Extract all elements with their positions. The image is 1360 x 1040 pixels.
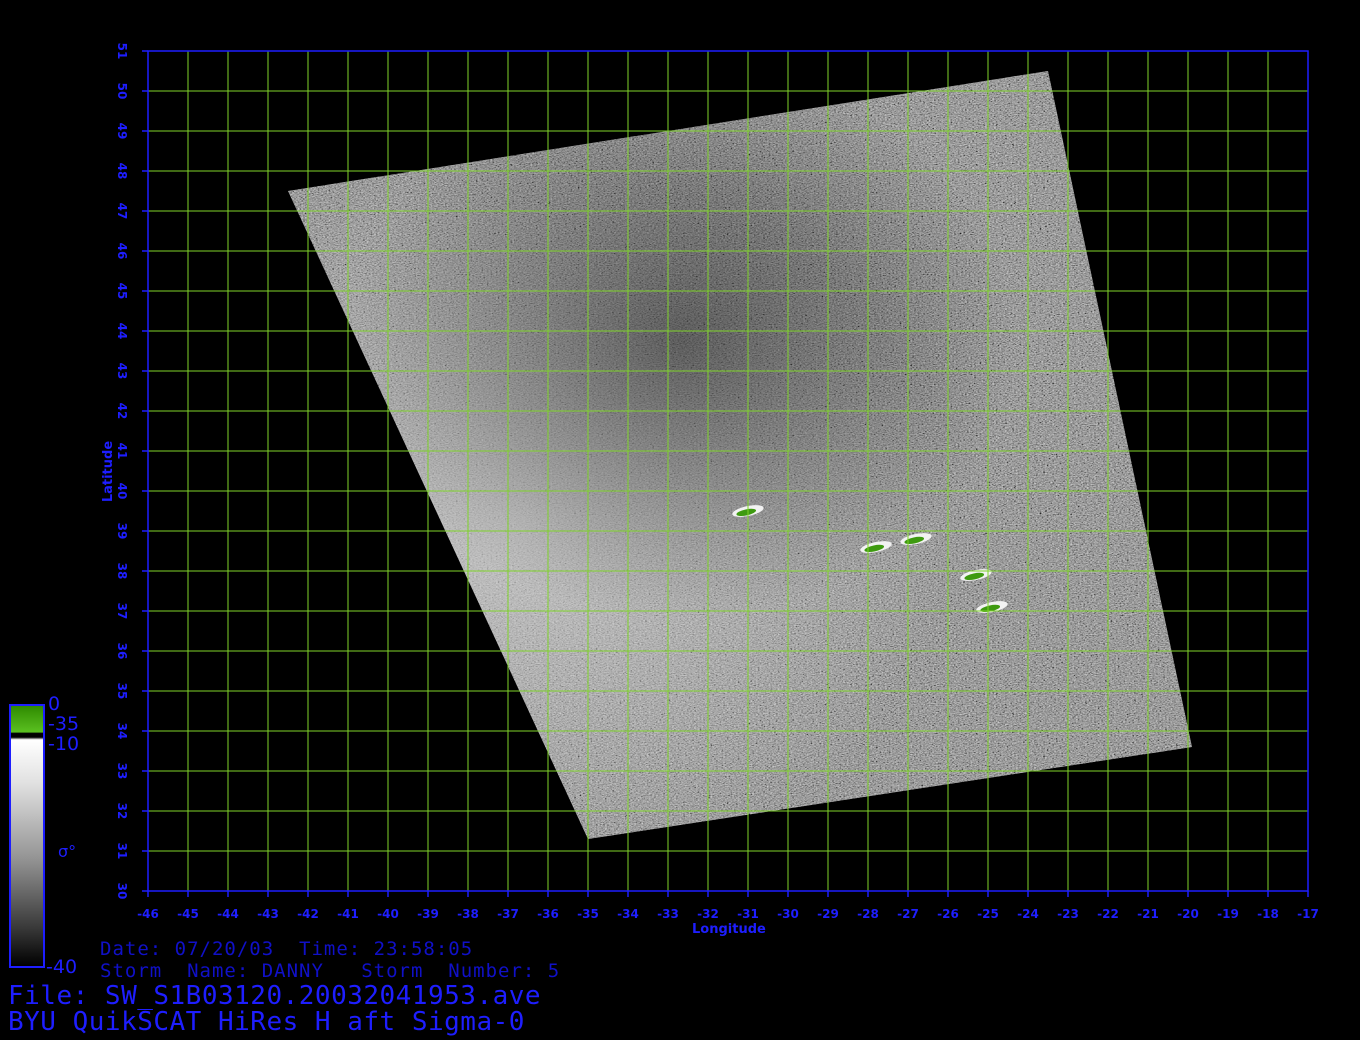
latitude-tick-label: 34 [115,722,129,740]
latitude-tick-label: 37 [115,602,129,620]
longitude-tick-label: -42 [297,907,319,921]
longitude-tick-label: -19 [1217,907,1239,921]
longitude-tick-label: -36 [537,907,559,921]
latitude-tick-label: 48 [115,162,129,180]
longitude-tick-label: -28 [857,907,879,921]
longitude-tick-label: -39 [417,907,439,921]
longitude-tick-label: -46 [137,907,159,921]
latitude-tick-label: 33 [115,762,129,780]
colorbar-label-minus10: -10 [48,733,80,755]
latitude-tick-label: 38 [115,562,129,580]
date-time-line: Date: 07/20/03 Time: 23:58:05 [100,938,474,960]
latitude-tick-label: 49 [115,122,129,140]
longitude-tick-label: -24 [1017,907,1039,921]
longitude-tick-label: -38 [457,907,479,921]
longitude-tick-label: -40 [377,907,399,921]
latitude-tick-label: 36 [115,642,129,660]
latitude-tick-label: 41 [115,442,129,460]
storm-info-line: Storm Name: DANNY Storm Number: 5 [100,960,561,982]
latitude-tick-label: 31 [115,842,129,860]
longitude-tick-label: -32 [697,907,719,921]
latitude-tick-label: 44 [115,322,129,340]
latitude-tick-label: 39 [115,522,129,540]
longitude-tick-label: -43 [257,907,279,921]
latitude-tick-label: 45 [115,282,129,300]
longitude-tick-label: -23 [1057,907,1079,921]
longitude-tick-label: -44 [217,907,239,921]
longitude-tick-label: -34 [617,907,639,921]
colorbar-label-0: 0 [48,693,61,715]
colorbar-label-minus40: -40 [46,956,78,978]
longitude-tick-label: -35 [577,907,599,921]
scatterometer-swath [288,71,1192,839]
y-axis-title: Latitude [101,440,117,503]
longitude-tick-label: -41 [337,907,359,921]
x-axis-title: Longitude [692,922,766,937]
longitude-tick-label: -30 [777,907,799,921]
longitude-tick-label: -18 [1257,907,1279,921]
longitude-tick-label: -31 [737,907,759,921]
latitude-tick-label: 46 [115,242,129,260]
longitude-tick-label: -22 [1097,907,1119,921]
map-canvas [142,50,1309,897]
latitude-tick-label: 30 [115,882,129,900]
latitude-tick-label: 35 [115,682,129,700]
longitude-tick-label: -17 [1297,907,1319,921]
longitude-tick-label: -20 [1177,907,1199,921]
longitude-tick-label: -25 [977,907,999,921]
longitude-tick-label: -33 [657,907,679,921]
latitude-tick-label: 32 [115,802,129,820]
latitude-tick-label: 51 [115,42,129,60]
longitude-tick-label: -26 [937,907,959,921]
product-title: BYU QuikSCAT HiRes H aft Sigma-0 [8,1007,525,1037]
longitude-tick-label: -27 [897,907,919,921]
colorbar-sigma-symbol: σ° [58,842,77,861]
colorbar [9,704,45,968]
latitude-tick-label: 47 [115,202,129,220]
colorbar-label-minus35: -35 [48,713,80,735]
longitude-tick-label: -37 [497,907,519,921]
latitude-tick-label: 42 [115,402,129,420]
latitude-tick-label: 40 [115,482,129,500]
longitude-tick-label: -29 [817,907,839,921]
latitude-tick-label: 43 [115,362,129,380]
longitude-tick-label: -21 [1137,907,1159,921]
longitude-tick-label: -45 [177,907,199,921]
latitude-tick-label: 50 [115,82,129,100]
